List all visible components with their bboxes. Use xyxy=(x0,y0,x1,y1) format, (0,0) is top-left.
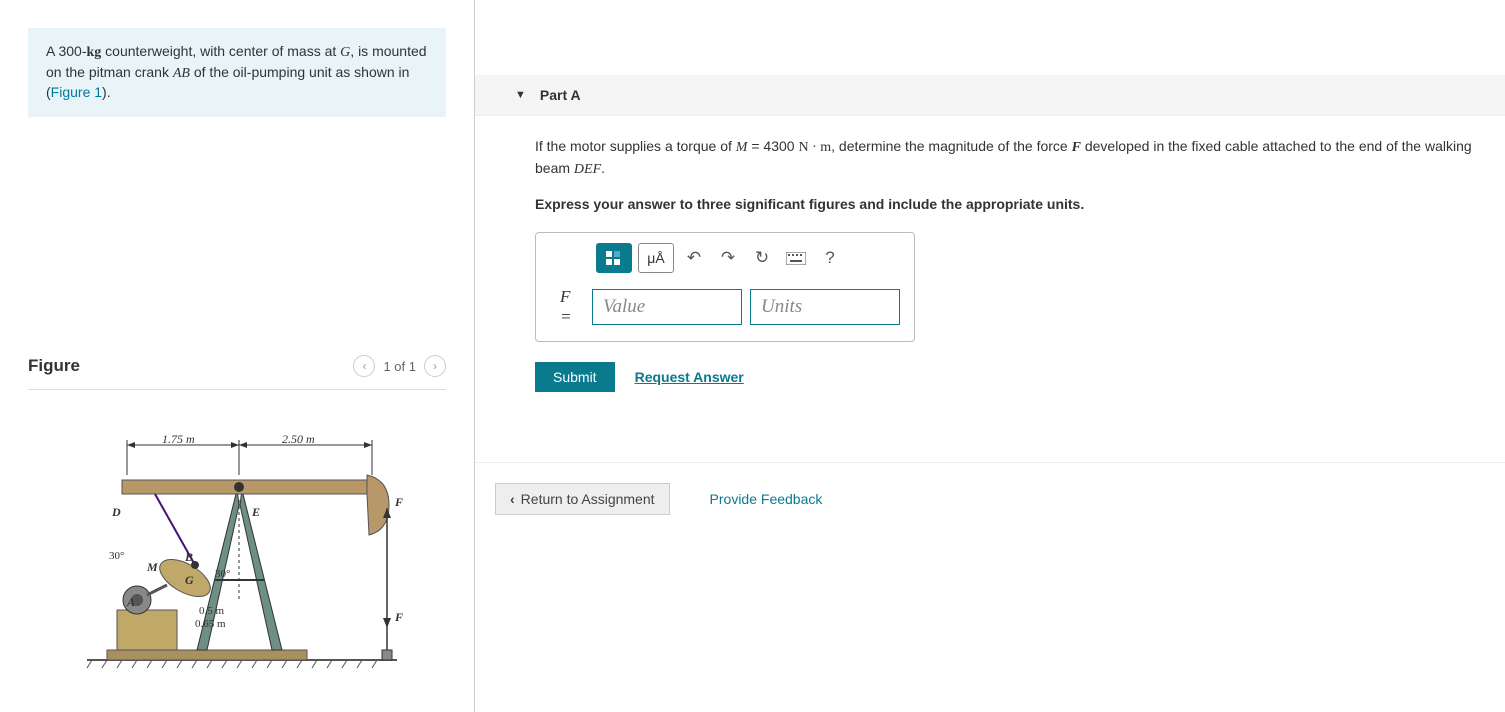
var-DEF: DEF xyxy=(574,162,601,177)
templates-icon xyxy=(605,250,623,266)
prompt-text: If the motor supplies a torque of M = 43… xyxy=(535,136,1485,180)
action-row: Submit Request Answer xyxy=(535,362,1485,392)
angle-30-right: 30° xyxy=(215,568,230,580)
figure-nav: ‹ 1 of 1 › xyxy=(353,355,446,377)
pumpjack-svg xyxy=(67,410,407,680)
label-D: D xyxy=(112,505,121,520)
answer-box: μÅ ↶ ↷ ↻ ? F = xyxy=(535,232,915,342)
problem-text: A 300- xyxy=(46,43,86,59)
submit-button[interactable]: Submit xyxy=(535,362,615,392)
prompt-seg: If the motor supplies a torque of xyxy=(535,138,736,154)
dim-0-65: 0.65 m xyxy=(195,618,226,630)
undo-button[interactable]: ↶ xyxy=(680,244,708,272)
units-button[interactable]: μÅ xyxy=(638,243,674,273)
answer-label: F = xyxy=(560,287,580,327)
chevron-left-icon: ‹ xyxy=(510,491,515,507)
prompt-seg: . xyxy=(601,160,605,176)
part-a-header[interactable]: ▼ Part A xyxy=(475,75,1505,116)
figure-title: Figure xyxy=(28,356,80,376)
keyboard-icon xyxy=(786,252,806,265)
problem-statement: A 300-kg counterweight, with center of m… xyxy=(28,28,446,117)
part-a-body: If the motor supplies a torque of M = 43… xyxy=(475,116,1505,442)
label-M: M xyxy=(147,560,158,575)
label-A: A xyxy=(127,595,135,610)
units-symbol: μÅ xyxy=(647,250,664,266)
var-G: G xyxy=(340,45,350,60)
var-M: M xyxy=(736,140,748,155)
label-F-bottom: F xyxy=(395,610,403,625)
unit-Nm: N · m xyxy=(798,140,831,155)
right-panel: ▼ Part A If the motor supplies a torque … xyxy=(475,0,1505,712)
var-F: F xyxy=(1072,140,1081,155)
request-answer-link[interactable]: Request Answer xyxy=(635,369,744,385)
dim-1-75: 1.75 m xyxy=(162,432,195,447)
dim-2-50: 2.50 m xyxy=(282,432,315,447)
provide-feedback-link[interactable]: Provide Feedback xyxy=(710,491,823,507)
instruction-text: Express your answer to three significant… xyxy=(535,196,1485,212)
figure-link[interactable]: Figure 1 xyxy=(51,84,102,100)
var-AB: AB xyxy=(173,66,190,81)
label-F-top: F xyxy=(395,495,403,510)
label-E: E xyxy=(252,505,260,520)
label-B: B xyxy=(185,550,193,565)
figure-header: Figure ‹ 1 of 1 › xyxy=(28,355,446,390)
return-button[interactable]: ‹ Return to Assignment xyxy=(495,483,670,515)
problem-text: counterweight, with center of mass at xyxy=(101,43,340,59)
reset-button[interactable]: ↻ xyxy=(748,244,776,272)
collapse-caret-icon: ▼ xyxy=(515,89,526,101)
angle-30-left: 30° xyxy=(109,550,124,562)
figure-prev-button[interactable]: ‹ xyxy=(353,355,375,377)
problem-text: ). xyxy=(102,84,111,100)
bottom-actions: ‹ Return to Assignment Provide Feedback xyxy=(475,462,1505,535)
part-a-title: Part A xyxy=(540,87,581,103)
answer-toolbar: μÅ ↶ ↷ ↻ ? xyxy=(536,233,914,279)
templates-button[interactable] xyxy=(596,243,632,273)
prompt-seg: , determine the magnitude of the force xyxy=(831,138,1071,154)
value-input[interactable] xyxy=(592,289,742,325)
help-button[interactable]: ? xyxy=(816,244,844,272)
answer-input-row: F = xyxy=(536,279,914,341)
keyboard-button[interactable] xyxy=(782,244,810,272)
figure-nav-text: 1 of 1 xyxy=(383,359,416,374)
figure-next-button[interactable]: › xyxy=(424,355,446,377)
figure-diagram: 1.75 m 2.50 m D E F F M B G A 30° 30° 0.… xyxy=(67,410,407,680)
prompt-seg: = 4300 xyxy=(747,138,798,154)
dim-0-5: 0.5 m xyxy=(199,605,224,617)
unit-kg: kg xyxy=(86,45,101,60)
units-input[interactable] xyxy=(750,289,900,325)
left-panel: A 300-kg counterweight, with center of m… xyxy=(0,0,475,712)
figure-section: Figure ‹ 1 of 1 › xyxy=(28,355,446,680)
label-G: G xyxy=(185,573,194,588)
main-container: A 300-kg counterweight, with center of m… xyxy=(0,0,1505,712)
return-label: Return to Assignment xyxy=(521,491,655,507)
redo-button[interactable]: ↷ xyxy=(714,244,742,272)
